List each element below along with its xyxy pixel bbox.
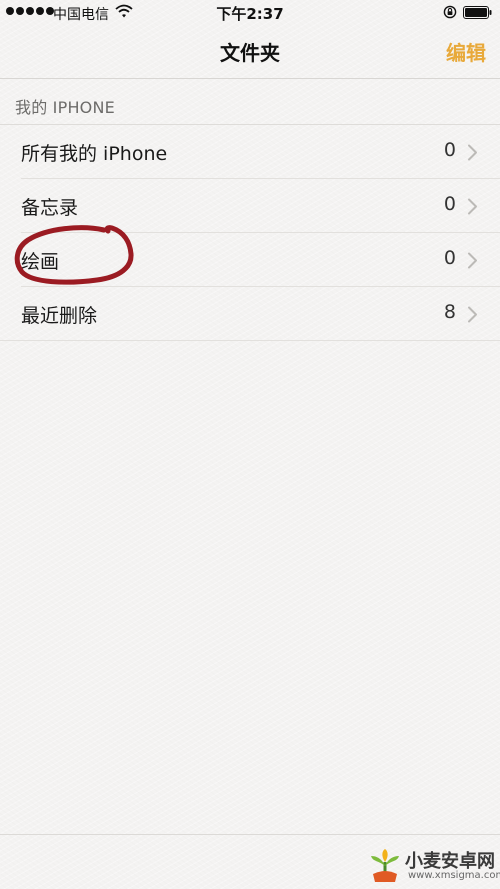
folder-count: 0	[443, 193, 456, 215]
folder-row-drawing[interactable]: 绘画 0	[0, 233, 500, 287]
status-time: 下午2:37	[216, 5, 284, 23]
folder-row-recently-deleted[interactable]: 最近删除 8	[0, 287, 500, 341]
chevron-right-icon	[468, 306, 477, 323]
toolbar-divider	[0, 834, 500, 835]
folder-name: 所有我的 iPhone	[21, 143, 168, 165]
chevron-right-icon	[468, 252, 477, 269]
watermark-url: www.xmsigma.com	[408, 870, 500, 881]
folder-count: 8	[443, 301, 456, 323]
folder-row-notes[interactable]: 备忘录 0	[0, 179, 500, 233]
watermark: 小麦安卓网 www.xmsigma.com	[368, 846, 500, 886]
rotation-lock-icon	[443, 5, 457, 19]
section-header: 我的 IPHONE	[15, 98, 115, 117]
folder-name: 绘画	[21, 251, 60, 273]
folder-name: 备忘录	[21, 197, 79, 219]
chevron-right-icon	[468, 144, 477, 161]
folder-list: 所有我的 iPhone 0 备忘录 0 绘画 0 最近删除 8	[0, 125, 500, 341]
navigation-bar: 文件夹 编辑	[0, 26, 500, 79]
folder-count: 0	[443, 139, 456, 161]
chevron-right-icon	[468, 198, 477, 215]
edit-button[interactable]: 编辑	[446, 37, 486, 66]
folder-name: 最近删除	[21, 305, 98, 327]
battery-icon	[463, 6, 492, 19]
folder-row-all-iphone[interactable]: 所有我的 iPhone 0	[0, 125, 500, 179]
status-bar: 中国电信 下午2:37	[0, 0, 500, 26]
page-title: 文件夹	[220, 41, 280, 65]
folder-count: 0	[443, 247, 456, 269]
android-logo-icon	[371, 849, 399, 882]
